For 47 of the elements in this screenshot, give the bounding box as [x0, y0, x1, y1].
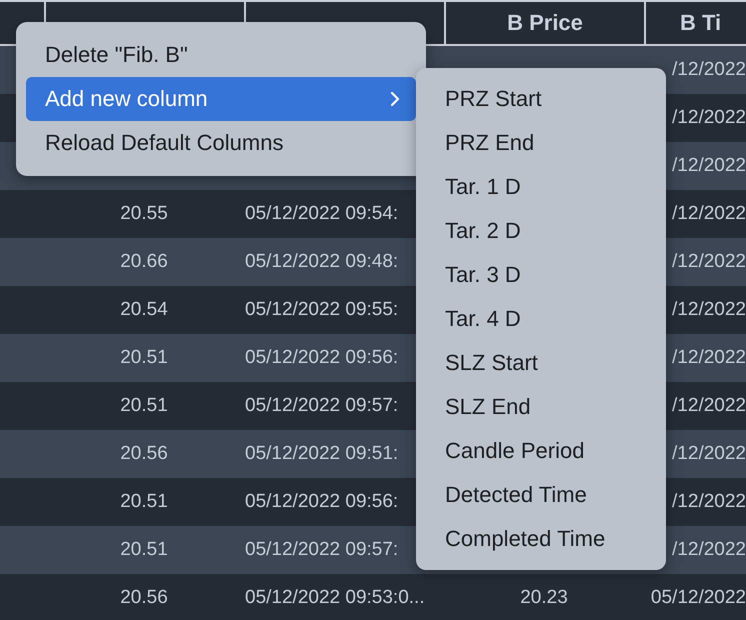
menu-item[interactable]: Tar. 1 D	[416, 165, 666, 209]
menu-item[interactable]: Delete "Fib. B"	[26, 33, 416, 77]
table-cell: 20.51	[120, 395, 168, 417]
table-cell: 05/12/2022	[650, 587, 746, 609]
menu-item[interactable]: PRZ Start	[416, 77, 666, 121]
menu-item[interactable]: Completed Time	[416, 517, 666, 561]
table-cell: /12/2022	[672, 347, 746, 369]
table-cell: 05/12/2022 09:56:	[245, 347, 398, 369]
menu-item[interactable]: PRZ End	[416, 121, 666, 165]
table-cell: /12/2022	[672, 395, 746, 417]
table-cell: 20.66	[120, 251, 168, 273]
table-cell: 20.51	[120, 539, 168, 561]
table-cell: /12/2022	[672, 251, 746, 273]
table-cell: 05/12/2022 09:55:	[245, 299, 398, 321]
menu-item[interactable]: SLZ End	[416, 385, 666, 429]
table-cell: 05/12/2022 09:48:	[245, 251, 398, 273]
table-cell: /12/2022	[672, 155, 746, 177]
table-cell: 05/12/2022 09:51:	[245, 443, 398, 465]
column-header[interactable]: B Ti	[644, 2, 746, 44]
table-cell: 05/12/2022 09:53:0...	[245, 587, 425, 609]
table-cell: /12/2022	[672, 203, 746, 225]
menu-item[interactable]: Tar. 3 D	[416, 253, 666, 297]
menu-item[interactable]: Add new column	[26, 77, 416, 121]
menu-item[interactable]: Tar. 4 D	[416, 297, 666, 341]
table-cell: 20.54	[120, 299, 168, 321]
table-cell: /12/2022	[672, 443, 746, 465]
menu-item[interactable]: SLZ Start	[416, 341, 666, 385]
table-cell: /12/2022	[672, 59, 746, 81]
table-cell: 20.23	[520, 587, 568, 609]
menu-item[interactable]: Tar. 2 D	[416, 209, 666, 253]
column-header[interactable]: B Price	[444, 2, 644, 44]
table-cell: /12/2022	[672, 299, 746, 321]
menu-item[interactable]: Reload Default Columns	[26, 121, 416, 165]
table-cell: 05/12/2022 09:56:	[245, 491, 398, 513]
table-cell: 20.56	[120, 587, 168, 609]
table-cell: 20.56	[120, 443, 168, 465]
table-cell: 20.51	[120, 491, 168, 513]
table-cell: 05/12/2022 09:57:	[245, 539, 398, 561]
table-cell: 05/12/2022 09:54:	[245, 203, 398, 225]
table-cell: /12/2022	[672, 539, 746, 561]
table-cell: 20.55	[120, 203, 168, 225]
menu-item[interactable]: Candle Period	[416, 429, 666, 473]
table-cell: /12/2022	[672, 491, 746, 513]
table-cell: /12/2022	[672, 107, 746, 129]
table-cell: 20.51	[120, 347, 168, 369]
menu-item[interactable]: Detected Time	[416, 473, 666, 517]
table-cell: 05/12/2022 09:57:	[245, 395, 398, 417]
